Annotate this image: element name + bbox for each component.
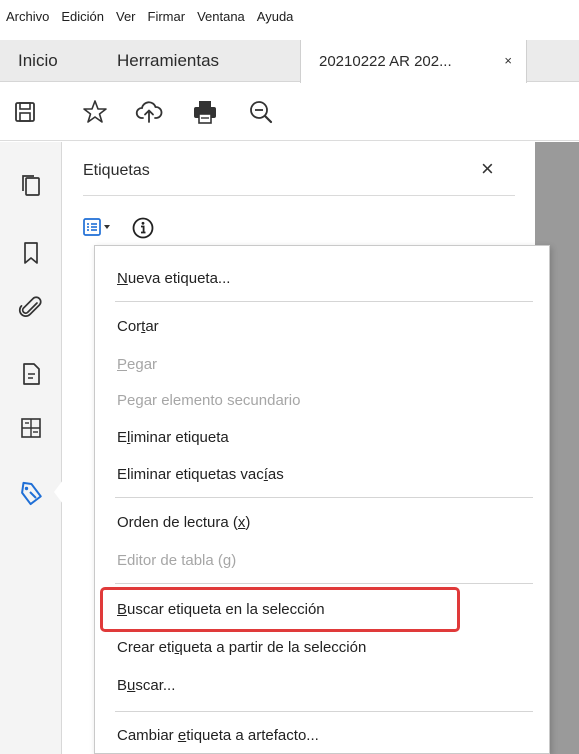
menu-item-find[interactable]: Buscar... [117,677,175,694]
info-icon[interactable] [131,216,155,240]
menu-ventana[interactable]: Ventana [197,9,245,24]
menu-item-change-tag-to-artifact[interactable]: Cambiar etiqueta a artefacto... [117,727,319,744]
menu-item-reading-order[interactable]: Orden de lectura (x) [117,514,250,531]
menu-separator [115,583,533,584]
menu-item-cut[interactable]: Cortar [117,318,159,335]
tags-context-menu: Nueva etiqueta... Cortar Pegar Pegar ele… [94,245,550,754]
menu-ver[interactable]: Ver [116,9,136,24]
highlight-box [100,587,460,632]
menu-item-paste[interactable]: Pegar [117,356,157,373]
menu-item-delete-tag[interactable]: Eliminar etiqueta [117,429,229,446]
menu-ayuda[interactable]: Ayuda [257,9,294,24]
order-icon[interactable] [17,414,45,442]
tab-home[interactable]: Inicio [18,40,58,82]
menu-firmar[interactable]: Firmar [148,9,186,24]
menu-item-table-editor[interactable]: Editor de tabla (g) [117,552,236,569]
active-panel-indicator [54,480,63,504]
pages-icon[interactable] [17,172,45,200]
tab-close-icon[interactable]: × [504,53,512,68]
panel-close-icon[interactable]: × [481,156,494,182]
menu-separator [115,711,533,712]
bookmark-icon[interactable] [17,239,45,267]
tab-tools[interactable]: Herramientas [117,40,219,82]
menu-edicion[interactable]: Edición [61,9,104,24]
tab-bar: Inicio Herramientas 20210222 AR 202... × [0,40,579,83]
toolbar [0,83,579,141]
zoom-out-icon[interactable] [246,97,276,127]
print-icon[interactable] [190,97,220,127]
save-icon[interactable] [10,97,40,127]
menu-separator [115,301,533,302]
panel-divider [83,195,515,196]
panel-title: Etiquetas [83,162,150,179]
tag-icon[interactable] [17,480,45,508]
tag-options-icon[interactable] [83,216,113,240]
document-properties-icon[interactable] [17,360,45,388]
upload-cloud-icon[interactable] [134,97,164,127]
menu-item-new-tag[interactable]: Nueva etiqueta... [117,270,230,287]
tab-document-label: 20210222 AR 202... [319,53,452,70]
navigation-rail [0,142,63,754]
menu-item-paste-child[interactable]: Pegar elemento secundario [117,392,300,409]
star-icon[interactable] [80,97,110,127]
attachment-icon[interactable] [17,294,45,322]
menu-item-delete-empty-tags[interactable]: Eliminar etiquetas vacías [117,466,284,483]
tab-document[interactable]: 20210222 AR 202... × [300,40,527,83]
menu-item-create-tag-from-selection[interactable]: Crear etiqueta a partir de la selección [117,639,366,656]
menu-archivo[interactable]: Archivo [6,9,49,24]
menu-bar: Archivo Edición Ver Firmar Ventana Ayuda [0,0,579,32]
menu-separator [115,497,533,498]
